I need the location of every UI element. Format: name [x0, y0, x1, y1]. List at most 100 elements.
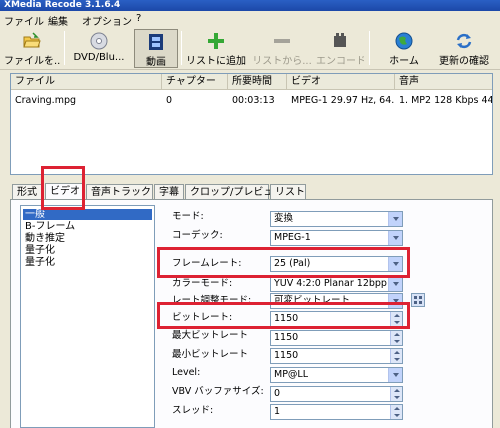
chevron-down-icon[interactable]: [388, 212, 402, 226]
min-bitrate-label: 最小ビットレート: [172, 349, 249, 360]
bitrate-stepper[interactable]: 1150: [270, 311, 403, 327]
file-list[interactable]: ファイル チャプター 所要時間 ビデオ 音声 Craving.mpg 0 00:…: [10, 73, 493, 175]
tree-item-bframes[interactable]: B-フレーム: [23, 221, 77, 232]
video-button[interactable]: 動画: [134, 29, 178, 68]
vbv-buffer-value: 0: [274, 388, 281, 399]
settings-tree[interactable]: 一般 B-フレーム 動き推定 量子化 量子化: [20, 205, 155, 428]
tree-item-quantization[interactable]: 量子化: [23, 245, 57, 256]
cell-file: Craving.mpg: [15, 95, 77, 106]
menu-options[interactable]: オプション: [82, 13, 132, 28]
vbv-buffer-stepper[interactable]: 0: [270, 386, 403, 402]
framerate-select[interactable]: 25 (Pal): [270, 256, 403, 272]
toolbar: ファイルを... DVD/Blu... 動画 リストに追加 リストから... エ…: [0, 27, 500, 70]
max-bitrate-label: 最大ビットレート: [172, 330, 249, 341]
cell-video: MPEG-1 29.97 Hz, 64...: [291, 95, 395, 106]
toolbar-separator: [64, 31, 65, 65]
column-header-video[interactable]: ビデオ: [287, 74, 395, 90]
dvd-bluray-label: DVD/Blu...: [73, 52, 125, 63]
tab-bar: 形式 ビデオ 音声トラック 1 字幕 クロップ/プレビュー リスト: [10, 183, 493, 200]
colormodel-select[interactable]: YUV 4:2:0 Planar 12bpp: [270, 276, 403, 292]
stepper-buttons[interactable]: [390, 331, 402, 345]
codec-select[interactable]: MPEG-1: [270, 230, 403, 246]
chevron-down-icon[interactable]: [388, 231, 402, 245]
vbv-buffer-label: VBV バッファサイズ:: [172, 386, 264, 397]
column-header-chapter[interactable]: チャプター: [162, 74, 228, 90]
column-header-duration[interactable]: 所要時間: [228, 74, 287, 90]
chevron-down-icon[interactable]: [388, 277, 402, 291]
tree-item-motion-estimation[interactable]: 動き推定: [23, 233, 67, 244]
level-value: MP@LL: [274, 369, 309, 380]
encode-icon: [334, 33, 346, 47]
menu-edit[interactable]: 編集: [48, 13, 68, 28]
tree-item-general[interactable]: 一般: [23, 209, 152, 220]
remove-from-list-button[interactable]: リストから...: [252, 29, 312, 68]
tab-list[interactable]: リスト: [270, 184, 306, 200]
max-bitrate-stepper[interactable]: 1150: [270, 330, 403, 346]
add-icon: [208, 33, 224, 49]
ratecontrol-select[interactable]: 可変ビットレート: [270, 293, 403, 309]
chevron-down-icon[interactable]: [388, 368, 402, 382]
title-bar: XMedia Recode 3.1.6.4: [0, 0, 500, 11]
menu-bar: ファイル 編集 オプション ?: [0, 11, 500, 28]
framerate-value: 25 (Pal): [274, 258, 311, 269]
remove-icon: [274, 39, 290, 43]
video-label: 動画: [146, 57, 166, 68]
home-label: ホーム: [389, 56, 419, 67]
dvd-bluray-button[interactable]: DVD/Blu...: [68, 29, 130, 68]
column-header-audio[interactable]: 音声: [395, 74, 492, 90]
disc-icon: [90, 32, 108, 50]
toolbar-separator: [181, 31, 182, 65]
mode-select[interactable]: 変換: [270, 211, 403, 227]
ratecontrol-settings-button[interactable]: [411, 293, 425, 307]
encode-label: エンコード: [316, 56, 364, 67]
min-bitrate-value: 1150: [274, 350, 299, 361]
open-file-button[interactable]: ファイルを...: [4, 29, 60, 68]
bitrate-label: ビットレート:: [172, 312, 233, 323]
chevron-down-icon[interactable]: [388, 257, 402, 271]
chevron-down-icon[interactable]: [388, 294, 402, 308]
check-update-label: 更新の確認: [439, 56, 489, 67]
tab-subtitles[interactable]: 字幕: [154, 184, 184, 200]
tab-crop-preview[interactable]: クロップ/プレビュー: [185, 184, 283, 200]
column-header-file[interactable]: ファイル: [11, 74, 162, 90]
cell-chapter: 0: [166, 95, 173, 106]
min-bitrate-stepper[interactable]: 1150: [270, 348, 403, 364]
encode-button[interactable]: エンコード: [316, 29, 364, 68]
menu-file[interactable]: ファイル: [4, 13, 44, 28]
open-folder-icon: [23, 32, 41, 48]
ratecontrol-label: レート調整モード:: [172, 295, 252, 306]
tab-video[interactable]: ビデオ: [45, 183, 85, 200]
stepper-buttons[interactable]: [390, 349, 402, 363]
bitrate-value: 1150: [274, 313, 299, 324]
cell-audio: 1. MP2 128 Kbps 441...: [399, 95, 493, 106]
globe-icon: [395, 32, 413, 50]
film-icon: [149, 34, 163, 50]
add-to-list-button[interactable]: リストに追加: [185, 29, 247, 68]
grid-icon: [414, 296, 422, 304]
toolbar-separator: [369, 31, 370, 65]
threads-label: スレッド:: [172, 405, 214, 416]
add-to-list-label: リストに追加: [186, 56, 246, 67]
mode-value: 変換: [274, 213, 294, 224]
stepper-buttons[interactable]: [390, 312, 402, 326]
stepper-buttons[interactable]: [390, 387, 402, 401]
tree-item-quantization-2[interactable]: 量子化: [23, 257, 57, 268]
level-select[interactable]: MP@LL: [270, 367, 403, 383]
cell-duration: 00:03:13: [232, 95, 275, 106]
home-button[interactable]: ホーム: [382, 29, 426, 68]
tab-format[interactable]: 形式: [12, 184, 44, 200]
ratecontrol-value: 可変ビットレート: [274, 295, 351, 306]
file-list-header: ファイル チャプター 所要時間 ビデオ 音声: [11, 74, 492, 90]
refresh-icon: [456, 33, 472, 49]
tab-audio-track-1[interactable]: 音声トラック 1: [86, 184, 161, 200]
check-update-button[interactable]: 更新の確認: [433, 29, 495, 68]
codec-label: コーデック:: [172, 230, 223, 241]
max-bitrate-value: 1150: [274, 332, 299, 343]
menu-help[interactable]: ?: [136, 13, 141, 24]
stepper-buttons[interactable]: [390, 405, 402, 419]
open-file-label: ファイルを...: [4, 56, 60, 67]
mode-label: モード:: [172, 211, 204, 222]
window-title: XMedia Recode 3.1.6.4: [4, 0, 121, 10]
codec-value: MPEG-1: [274, 232, 311, 243]
threads-stepper[interactable]: 1: [270, 404, 403, 420]
